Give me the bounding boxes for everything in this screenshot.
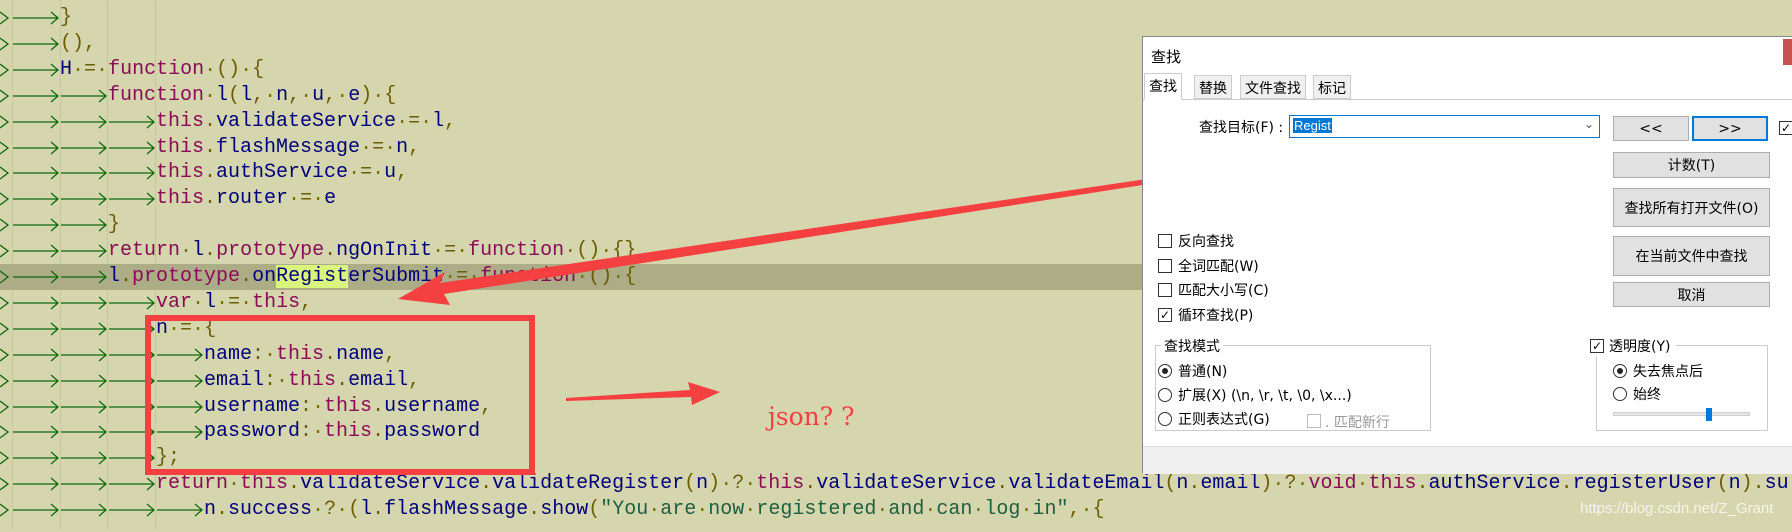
close-button[interactable]	[1783, 39, 1792, 65]
find-in-current-button[interactable]: 在当前文件中查找	[1613, 236, 1770, 276]
transparency-mode-radio[interactable]	[1613, 364, 1627, 378]
option-label: 反向查找	[1178, 234, 1234, 250]
transparency-mode-radio[interactable]	[1613, 387, 1627, 401]
search-mode-radio[interactable]	[1158, 364, 1172, 378]
option-label: 全词匹配(W)	[1178, 258, 1259, 275]
transparency-mode-label: 始终	[1633, 387, 1661, 403]
search-mode-label: 普通(N)	[1178, 364, 1228, 380]
tab-mark[interactable]: 标记	[1313, 75, 1351, 99]
transparency-checkbox[interactable]: ✓	[1590, 339, 1604, 353]
tab-strip-line	[1143, 99, 1792, 100]
annotation-note: json? ?	[768, 402, 855, 431]
match-newline-checkbox	[1307, 414, 1321, 428]
search-mode-label: 正则表达式(G)	[1178, 412, 1270, 428]
transparency-mode-label: 失去焦点后	[1633, 364, 1703, 380]
cancel-button[interactable]: 取消	[1613, 282, 1770, 307]
option-label: 循环查找(P)	[1178, 307, 1254, 324]
tab-replace[interactable]: 替换	[1194, 75, 1232, 99]
transparency-label: 透明度(Y)	[1609, 339, 1671, 355]
find-label: 查找目标(F) :	[1199, 120, 1284, 136]
watermark: https://blog.csdn.net/Z_Grant	[1580, 500, 1774, 517]
dialog-footer	[1143, 446, 1792, 474]
chevron-down-icon[interactable]: ⌄	[1584, 117, 1594, 131]
tab-find[interactable]: 查找	[1144, 73, 1182, 100]
option-checkbox[interactable]	[1158, 258, 1172, 273]
search-mode-title: 查找模式	[1161, 336, 1223, 356]
find-next-button[interactable]: >>	[1692, 116, 1768, 141]
search-mode-radio[interactable]	[1158, 388, 1172, 402]
option-checkbox[interactable]	[1158, 234, 1172, 248]
extra-checkbox[interactable]: ✓	[1779, 121, 1792, 135]
search-mode-label: 扩展(X) (\n, \r, \t, \0, \x...)	[1178, 388, 1352, 404]
arrow-to-note	[566, 382, 720, 405]
option-label: 匹配大小写(C)	[1178, 283, 1269, 299]
option-checkbox[interactable]	[1158, 283, 1172, 297]
tab-find-in-files[interactable]: 文件查找	[1240, 75, 1306, 99]
dialog-title: 查找	[1151, 48, 1182, 66]
transparency-slider[interactable]	[1613, 408, 1750, 421]
find-dialog: 查找 查找 替换 文件查找 标记 查找目标(F) : Regist ⌄ << >…	[1142, 36, 1792, 474]
search-mode-radio[interactable]	[1158, 412, 1172, 426]
find-all-open-button[interactable]: 查找所有打开文件(O)	[1613, 188, 1770, 227]
find-input-value: Regist	[1293, 118, 1332, 133]
option-checkbox[interactable]: ✓	[1158, 307, 1172, 322]
match-newline-label: . 匹配新行	[1325, 415, 1390, 431]
find-input[interactable]: Regist ⌄	[1289, 115, 1600, 138]
highlight-box	[145, 315, 535, 475]
count-button[interactable]: 计数(T)	[1613, 152, 1770, 178]
find-prev-button[interactable]: <<	[1613, 116, 1689, 141]
slider-thumb[interactable]	[1705, 408, 1712, 421]
